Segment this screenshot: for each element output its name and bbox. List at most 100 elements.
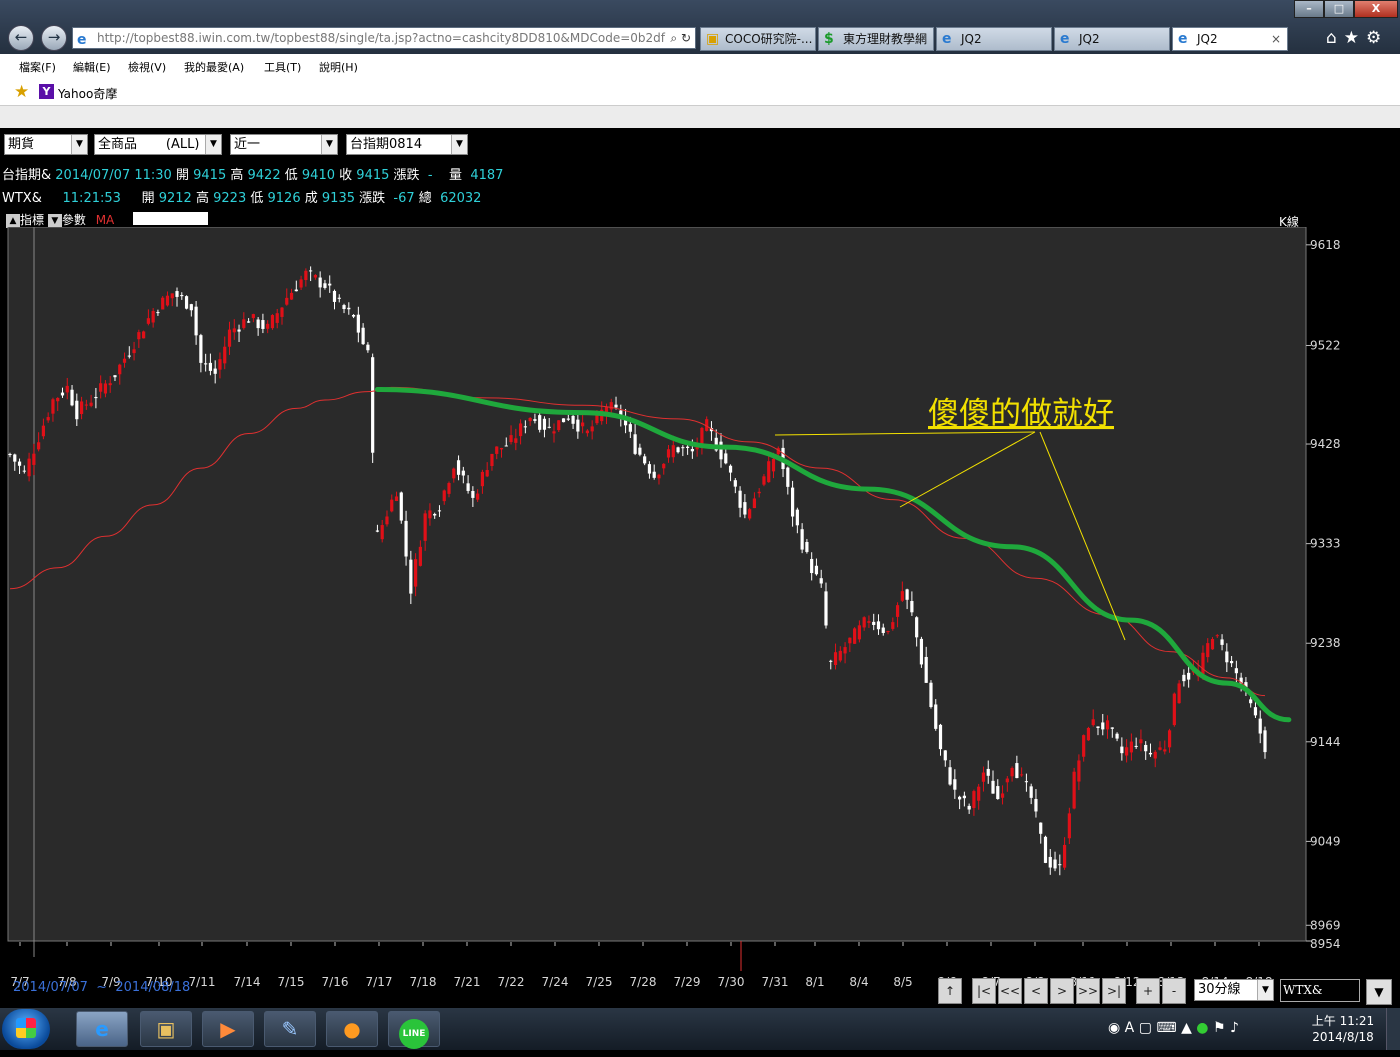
triangle-down-icon[interactable]: ▼	[47, 213, 62, 228]
ime-icon[interactable]: A	[1125, 1020, 1135, 1036]
indicator-button[interactable]: 指標	[20, 213, 44, 227]
menu-edit[interactable]: 編輯(E)	[73, 59, 111, 75]
menu-file[interactable]: 檔案(F)	[19, 59, 56, 75]
last-button[interactable]: >|	[1102, 978, 1126, 1004]
taskbar-explorer[interactable]: ▣	[140, 1011, 192, 1047]
quote-name: WTX&	[2, 191, 42, 206]
tab-coco[interactable]: ▣ COCO研究院-...	[700, 27, 816, 51]
window-icon[interactable]: ▢	[1139, 1020, 1152, 1036]
menu-favorites[interactable]: 我的最愛(A)	[184, 59, 244, 75]
candle-body	[1110, 727, 1114, 729]
minimize-button[interactable]: –	[1294, 0, 1324, 18]
close-button[interactable]: X	[1354, 0, 1398, 18]
high-value: 9422	[247, 168, 281, 183]
notification-arrow-icon[interactable]: ▲	[1181, 1020, 1192, 1036]
candle-body	[1072, 771, 1076, 809]
contract-select[interactable]: 台指期0814 ▼	[346, 134, 468, 155]
quote-time: 11:30	[134, 168, 172, 183]
network-icon[interactable]: ◉	[1108, 1020, 1120, 1036]
clock[interactable]: 上午 11:21 2014/8/18	[1308, 1013, 1378, 1045]
x-tick-label: 7/24	[542, 975, 569, 989]
candle-body	[266, 323, 270, 329]
address-actions-icon[interactable]: ⌕ ↻	[666, 28, 691, 48]
page-back-button[interactable]: <<	[998, 978, 1022, 1004]
scroll-up-button[interactable]: ↑	[938, 978, 962, 1004]
candle-body	[375, 530, 380, 532]
page-forward-button[interactable]: >>	[1076, 978, 1100, 1004]
candle-body	[643, 456, 647, 464]
menu-tools[interactable]: 工具(T)	[264, 59, 301, 75]
taskbar-line[interactable]: LINE	[388, 1011, 440, 1049]
taskbar-media[interactable]: ▶	[202, 1011, 254, 1047]
candle-body	[299, 279, 303, 288]
params-button[interactable]: 參數	[62, 213, 86, 227]
price-chart[interactable]: 9618952294289333923891449049896989547/7 7…	[0, 227, 1400, 1057]
volume-icon[interactable]: ♪	[1230, 1020, 1239, 1036]
step-back-button[interactable]: <	[1024, 978, 1048, 1004]
candle-body	[342, 305, 346, 309]
star-icon[interactable]: ★	[1344, 28, 1359, 48]
zoom-out-button[interactable]: -	[1162, 978, 1186, 1004]
address-bar[interactable]: e http://topbest88.iwin.com.tw/topbest88…	[72, 27, 696, 49]
triangle-up-icon[interactable]: ▲	[6, 213, 20, 228]
candle-body	[332, 290, 337, 302]
taskbar-paint[interactable]: ✎	[264, 1011, 316, 1047]
taskbar-chat[interactable]: ●	[326, 1011, 378, 1047]
candle-body	[514, 438, 518, 443]
x-tick-label: 7/15	[278, 975, 305, 989]
ma-input[interactable]	[133, 212, 208, 225]
media-icon: ▶	[220, 1017, 236, 1041]
forward-button[interactable]: →	[41, 25, 67, 51]
tab-close-icon[interactable]: ×	[1271, 28, 1281, 50]
candle-body	[1258, 718, 1262, 734]
tab-jq2-active[interactable]: e JQ2 ×	[1172, 27, 1288, 51]
menu-view[interactable]: 檢視(V)	[128, 59, 166, 75]
period-select[interactable]: 30分線 ▼	[1194, 979, 1274, 1001]
chat-tray-icon[interactable]: ●	[1196, 1020, 1208, 1036]
month-select[interactable]: 近一 ▼	[230, 134, 338, 155]
candle-body	[404, 520, 408, 557]
candle-body	[628, 424, 632, 432]
keyboard-icon[interactable]: ⌨	[1156, 1020, 1176, 1036]
candle-body	[900, 591, 904, 601]
candle-body	[662, 463, 666, 469]
first-button[interactable]: |<	[972, 978, 996, 1004]
candle-body	[318, 277, 322, 288]
candle-body	[161, 297, 165, 310]
step-forward-button[interactable]: >	[1050, 978, 1074, 1004]
candle-body	[1067, 813, 1071, 839]
candle-body	[13, 454, 17, 462]
ma-label: MA	[95, 213, 115, 227]
candle-body	[1096, 726, 1100, 729]
candle-body	[647, 464, 652, 474]
candle-body	[1115, 733, 1119, 739]
favorites-star-icon[interactable]: ★	[14, 82, 29, 102]
dropdown-button[interactable]: ▼	[1366, 979, 1392, 1005]
candle-body	[724, 453, 728, 464]
tab-dongfang[interactable]: $ 東方理財教學網	[818, 27, 934, 51]
quote-row-2: WTX& 11:21:53 開 9212 高 9223 低 9126 成 913…	[2, 187, 481, 206]
back-button[interactable]: ←	[8, 25, 34, 51]
favorite-yahoo[interactable]: Yahoo奇摩	[58, 85, 117, 102]
start-button[interactable]	[2, 1009, 50, 1049]
gear-icon[interactable]: ⚙	[1366, 28, 1381, 48]
taskbar-ie[interactable]: e	[76, 1011, 128, 1047]
y-tick-label: 9333	[1310, 537, 1341, 551]
candle-body	[17, 461, 22, 466]
show-desktop-button[interactable]	[1386, 1008, 1400, 1050]
candle-body	[657, 474, 661, 479]
product-select[interactable]: 全商品 (ALL) ▼	[94, 134, 222, 155]
menu-help[interactable]: 說明(H)	[319, 59, 358, 75]
candle-body	[972, 791, 976, 808]
candle-body	[547, 426, 551, 428]
zoom-in-button[interactable]: +	[1136, 978, 1160, 1004]
tab-jq2-1[interactable]: e JQ2	[936, 27, 1052, 51]
symbol-input[interactable]: WTX&	[1280, 979, 1360, 1002]
maximize-button[interactable]: □	[1324, 0, 1354, 18]
home-icon[interactable]: ⌂	[1326, 28, 1337, 48]
candle-body	[27, 458, 31, 477]
market-select[interactable]: 期貨 ▼	[4, 134, 88, 155]
flag-icon[interactable]: ⚑	[1213, 1020, 1226, 1036]
tab-jq2-2[interactable]: e JQ2	[1054, 27, 1170, 51]
candle-body	[428, 510, 432, 519]
